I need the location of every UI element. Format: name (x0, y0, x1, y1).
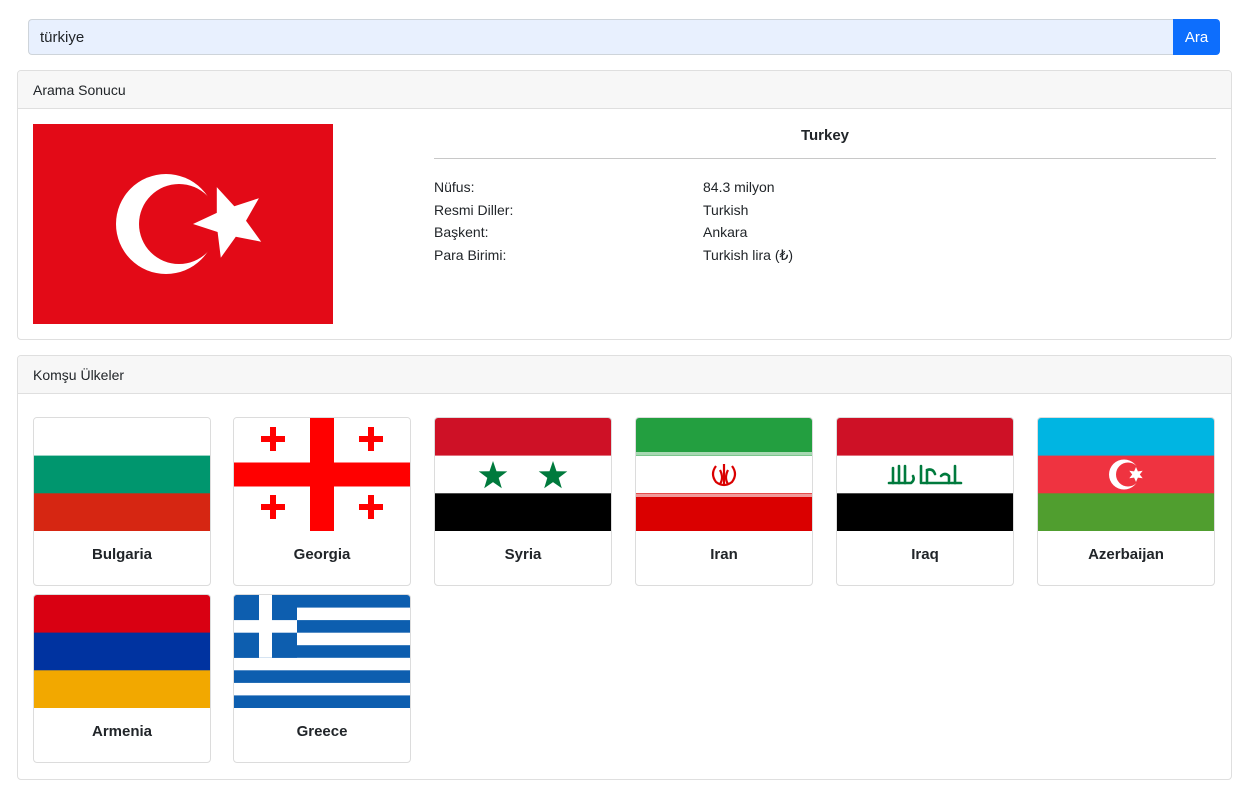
info-label: Para Birimi: (434, 246, 507, 263)
bulgaria-flag-icon (34, 418, 210, 531)
neighbor-card-iraq[interactable]: Iraq (836, 417, 1014, 586)
neighbor-card-bulgaria[interactable]: Bulgaria (33, 417, 211, 586)
syria-flag-icon (435, 418, 611, 531)
armenia-flag-icon (34, 595, 210, 708)
country-info: Turkey Nüfus: 84.3 milyon Resmi Diller: … (434, 124, 1216, 266)
search-result-card: Arama Sonucu Turkey Nüfus: 84.3 milyon R… (17, 70, 1232, 340)
info-label: Başkent: (434, 224, 489, 240)
info-label: Nüfus: (434, 179, 475, 195)
neighbor-name: Armenia (91, 723, 153, 740)
greece-flag-icon (234, 595, 410, 708)
iraq-flag-icon (837, 418, 1013, 531)
info-row-capital: Başkent: Ankara (434, 221, 1216, 244)
country-name: Turkey (800, 127, 850, 144)
neighbor-card-greece[interactable]: Greece (233, 594, 411, 763)
georgia-flag-icon (234, 418, 410, 531)
info-value: Turkish lira (₺) (703, 246, 794, 263)
neighbor-name: Greece (296, 723, 348, 740)
search-button[interactable]: Ara (1173, 19, 1220, 55)
neighbors-card: Komşu Ülkeler Bulgaria Georgia Syria Ira… (17, 355, 1232, 780)
neighbor-card-azerbaijan[interactable]: Azerbaijan (1037, 417, 1215, 586)
search-input[interactable] (28, 19, 1173, 55)
neighbor-name: Iraq (911, 546, 939, 563)
neighbor-card-georgia[interactable]: Georgia (233, 417, 411, 586)
neighbor-name: Azerbaijan (1088, 546, 1164, 563)
search-bar: Ara (28, 19, 1220, 55)
azerbaijan-flag-icon (1038, 418, 1214, 531)
neighbor-name: Bulgaria (91, 546, 152, 563)
neighbor-card-iran[interactable]: Iran (635, 417, 813, 586)
info-row-population: Nüfus: 84.3 milyon (434, 176, 1216, 199)
divider (434, 158, 1216, 159)
info-label: Resmi Diller: (434, 201, 514, 218)
info-row-currency: Para Birimi: Turkish lira (₺) (434, 244, 1216, 267)
neighbor-card-armenia[interactable]: Armenia (33, 594, 211, 763)
info-row-languages: Resmi Diller: Turkish (434, 199, 1216, 222)
neighbor-name: Iran (710, 546, 738, 563)
neighbor-name: Syria (504, 546, 542, 563)
neighbor-name: Georgia (293, 546, 351, 563)
info-value: 84.3 milyon (703, 179, 775, 195)
search-result-header: Arama Sonucu (18, 71, 1231, 109)
info-value: Turkish (703, 201, 749, 218)
info-value: Ankara (703, 224, 748, 240)
turkey-flag-icon (33, 124, 333, 324)
iran-flag-icon (636, 418, 812, 531)
neighbors-header: Komşu Ülkeler (18, 356, 1231, 394)
neighbor-card-syria[interactable]: Syria (434, 417, 612, 586)
